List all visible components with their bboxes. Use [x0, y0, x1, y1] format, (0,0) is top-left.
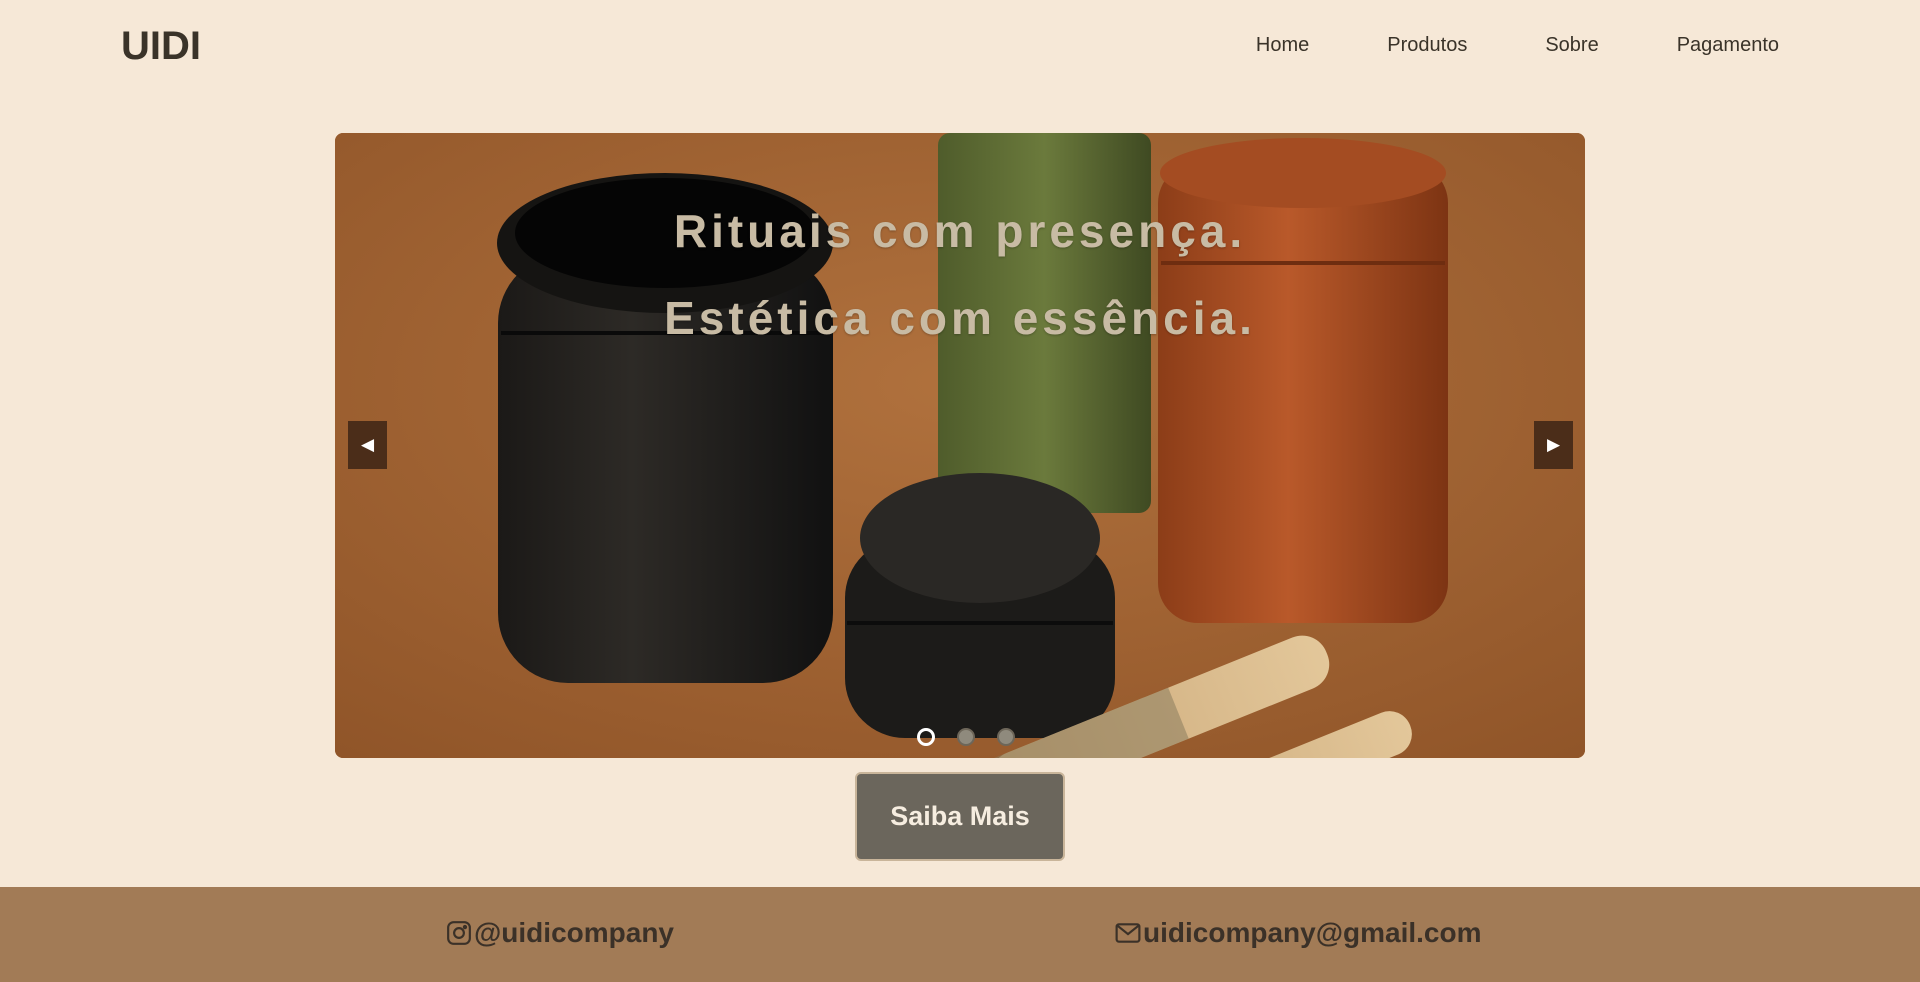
instagram-link[interactable]: @uidicompany [446, 917, 674, 949]
carousel-dot-1[interactable] [917, 728, 935, 746]
main-nav: Home Produtos Sobre Pagamento [1256, 34, 1779, 57]
saiba-mais-button[interactable]: Saiba Mais [855, 772, 1065, 861]
nav-sobre[interactable]: Sobre [1545, 34, 1598, 57]
hero-headline: Rituais com presença. Estética com essên… [335, 188, 1585, 362]
instagram-handle: @uidicompany [474, 917, 674, 948]
carousel-next-button[interactable]: ▶ [1534, 421, 1573, 469]
email-link[interactable]: uidicompany@gmail.com [1115, 917, 1481, 949]
arrow-left-icon: ◀ [360, 435, 375, 454]
site-footer: @uidicompany uidicompany@gmail.com [0, 887, 1920, 982]
carousel-dot-3[interactable] [997, 728, 1015, 746]
carousel-indicators [335, 728, 1585, 746]
instagram-icon [447, 921, 471, 945]
hero-headline-line1: Rituais com presença. [673, 205, 1247, 257]
site-header: UIDI Home Produtos Sobre Pagamento [0, 0, 1920, 95]
arrow-right-icon: ▶ [1546, 435, 1561, 454]
hero-carousel: Rituais com presença. Estética com essên… [335, 133, 1585, 758]
nav-produtos[interactable]: Produtos [1387, 34, 1467, 57]
carousel-prev-button[interactable]: ◀ [348, 421, 387, 469]
mail-icon [1115, 923, 1141, 943]
carousel-dot-2[interactable] [957, 728, 975, 746]
nav-pagamento[interactable]: Pagamento [1677, 34, 1779, 57]
email-address: uidicompany@gmail.com [1143, 917, 1482, 948]
hero-headline-line2: Estética com essência. [664, 292, 1256, 344]
logo[interactable]: UIDI [121, 24, 201, 69]
nav-home[interactable]: Home [1256, 34, 1309, 57]
